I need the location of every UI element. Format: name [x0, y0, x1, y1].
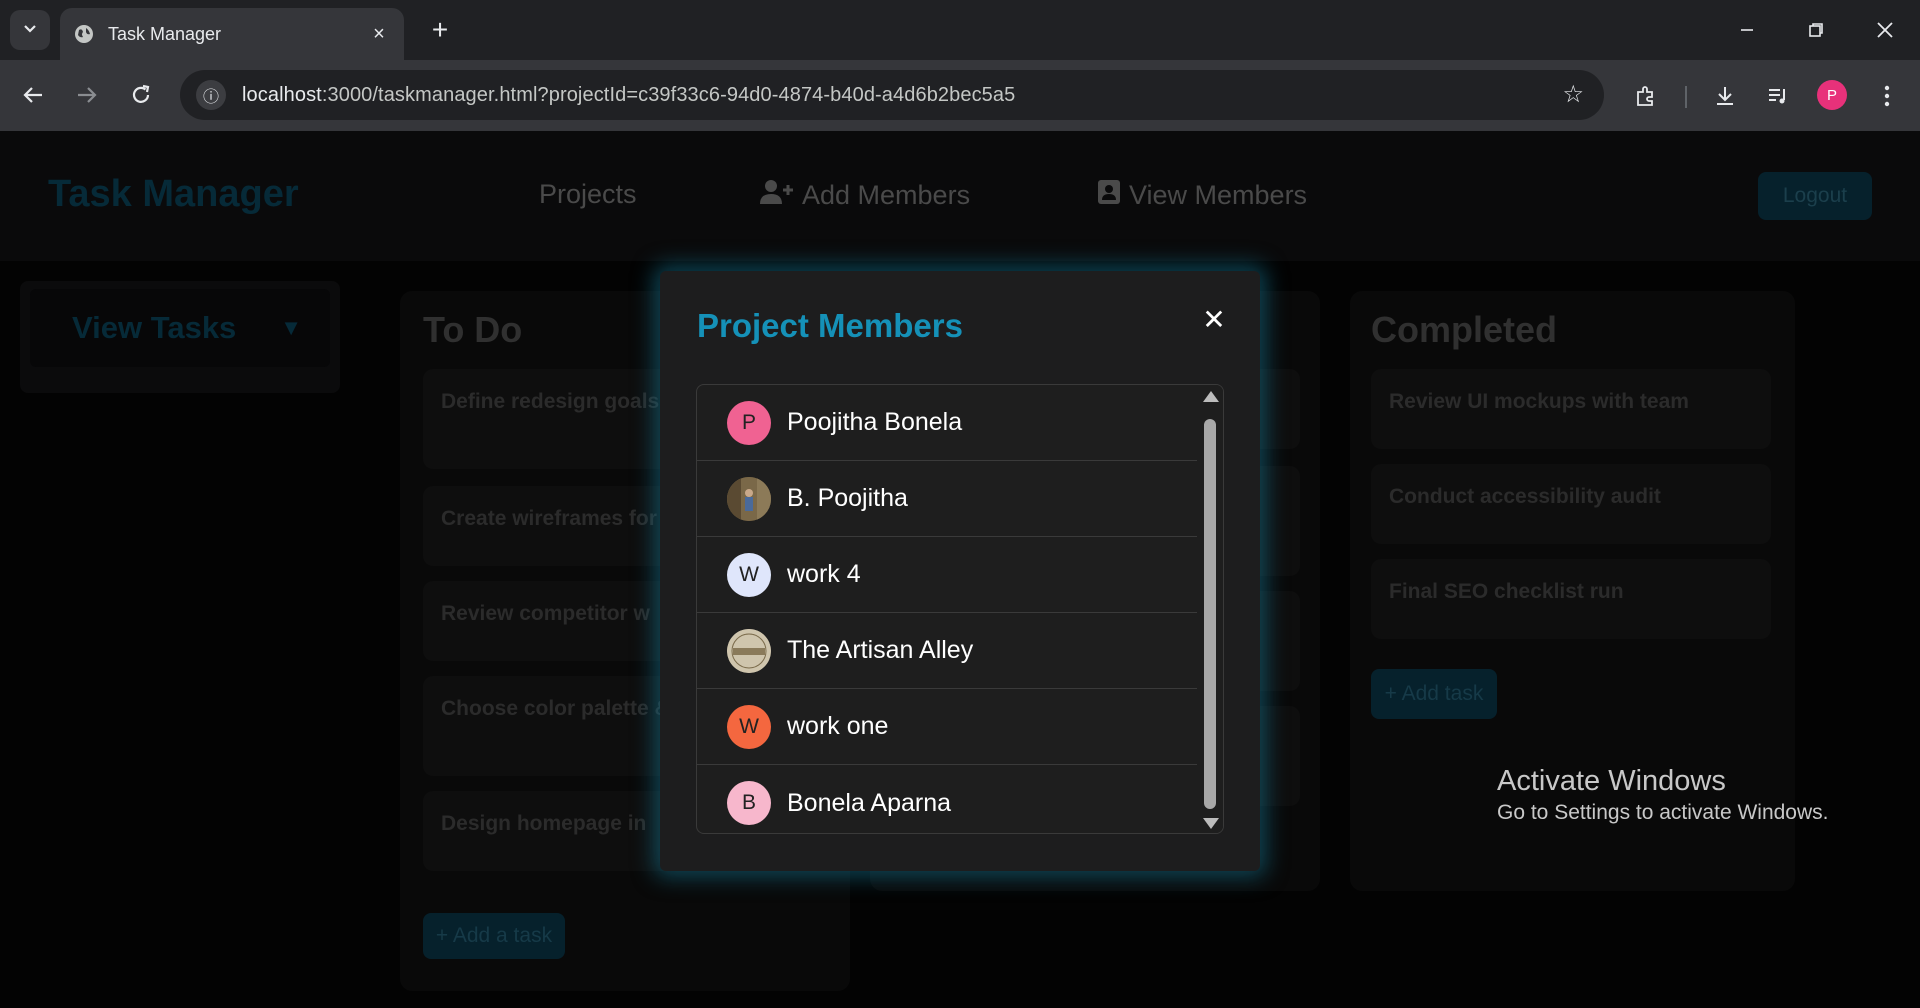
avatar: P	[727, 400, 771, 445]
avatar: W	[727, 552, 771, 597]
add-task-button[interactable]: + Add a task	[423, 913, 565, 959]
activate-windows-title: Activate Windows	[1497, 765, 1726, 797]
avatar: W	[727, 704, 771, 749]
avatar: B	[727, 781, 771, 825]
tab-search-button[interactable]	[10, 10, 50, 50]
chevron-down-icon	[22, 20, 38, 41]
completed-column-title: Completed	[1371, 309, 1558, 350]
member-name: work 4	[787, 560, 861, 588]
extensions-icon[interactable]	[1630, 80, 1662, 112]
modal-title: Project Members	[697, 307, 963, 344]
app-brand: Task Manager	[48, 173, 299, 215]
minimize-button[interactable]	[1727, 10, 1767, 50]
browser-toolbar: ⓘ localhost:3000/taskmanager.html?projec…	[0, 60, 1920, 131]
toolbar-separator	[1685, 86, 1687, 108]
caret-down-icon: ▼	[280, 315, 302, 340]
member-name: Bonela Aparna	[787, 788, 952, 817]
scroll-thumb[interactable]	[1204, 419, 1216, 809]
restore-button[interactable]	[1796, 10, 1836, 50]
logout-button[interactable]: Logout	[1758, 172, 1872, 220]
user-plus-icon	[760, 179, 794, 212]
profile-avatar[interactable]: P	[1817, 80, 1847, 110]
globe-icon	[74, 24, 94, 44]
task-card[interactable]: Final SEO checklist run	[1371, 559, 1771, 639]
tab-title: Task Manager	[108, 23, 222, 44]
url-text[interactable]: localhost:3000/taskmanager.html?projectI…	[242, 84, 1015, 107]
activate-windows-subtitle: Go to Settings to activate Windows.	[1497, 801, 1829, 824]
forward-button[interactable]	[70, 78, 104, 112]
task-card[interactable]: Conduct accessibility audit	[1371, 464, 1771, 544]
nav-view-members-label: View Members	[1129, 180, 1308, 210]
member-row[interactable]: B. Poojitha	[697, 461, 1199, 537]
bookmark-star-icon[interactable]: ☆	[1562, 82, 1584, 108]
nav-add-members[interactable]: Add Members	[760, 179, 970, 212]
project-members-modal: Project Members ✕ P Poojitha Bonela B. P…	[660, 271, 1260, 871]
member-row[interactable]: P Poojitha Bonela	[697, 385, 1199, 461]
nav-projects[interactable]: Projects	[539, 179, 637, 210]
download-icon[interactable]	[1709, 80, 1741, 112]
browser-tab-bar: Task Manager × +	[0, 0, 1920, 60]
reload-button[interactable]	[124, 78, 158, 112]
member-name: B. Poojitha	[787, 484, 908, 512]
member-row[interactable]: The Artisan Alley	[697, 613, 1199, 689]
member-row[interactable]: W work one	[697, 689, 1199, 765]
sidebar: View Tasks ▼	[20, 281, 340, 393]
back-button[interactable]	[16, 78, 50, 112]
member-row[interactable]: W work 4	[697, 537, 1199, 613]
kebab-menu-icon[interactable]	[1871, 80, 1903, 112]
task-card[interactable]: Review UI mockups with team	[1371, 369, 1771, 449]
view-tasks-dropdown[interactable]: View Tasks ▼	[30, 289, 330, 367]
member-name: Poojitha Bonela	[787, 408, 963, 436]
avatar-logo	[727, 628, 771, 673]
member-name: The Artisan Alley	[787, 636, 974, 664]
nav-projects-label: Projects	[539, 179, 637, 209]
close-icon[interactable]: ✕	[1200, 304, 1228, 335]
tab-close-icon[interactable]: ×	[368, 23, 390, 45]
nav-view-members[interactable]: View Members	[1097, 179, 1307, 212]
browser-tab[interactable]: Task Manager ×	[60, 8, 404, 60]
scroll-up-arrow-icon[interactable]	[1203, 391, 1219, 402]
site-info-icon[interactable]: ⓘ	[196, 80, 226, 110]
todo-column-title: To Do	[423, 309, 523, 350]
close-window-button[interactable]	[1865, 10, 1905, 50]
member-list[interactable]: P Poojitha Bonela B. Poojitha W work 4 T…	[696, 384, 1224, 834]
address-bar[interactable]: ⓘ localhost:3000/taskmanager.html?projec…	[180, 70, 1604, 120]
member-list-scrollbar[interactable]	[1197, 385, 1223, 833]
avatar-photo	[727, 476, 771, 521]
contact-card-icon	[1097, 179, 1121, 212]
nav-add-members-label: Add Members	[802, 180, 971, 210]
view-tasks-label: View Tasks	[72, 310, 237, 345]
add-task-button[interactable]: + Add task	[1371, 669, 1497, 719]
scroll-down-arrow-icon[interactable]	[1203, 818, 1219, 829]
member-row[interactable]: B Bonela Aparna	[697, 765, 1199, 833]
media-control-icon[interactable]	[1762, 80, 1794, 112]
new-tab-button[interactable]: +	[424, 14, 456, 46]
app-header: Task Manager Projects Add Members View M…	[0, 131, 1920, 261]
member-name: work one	[787, 712, 889, 740]
